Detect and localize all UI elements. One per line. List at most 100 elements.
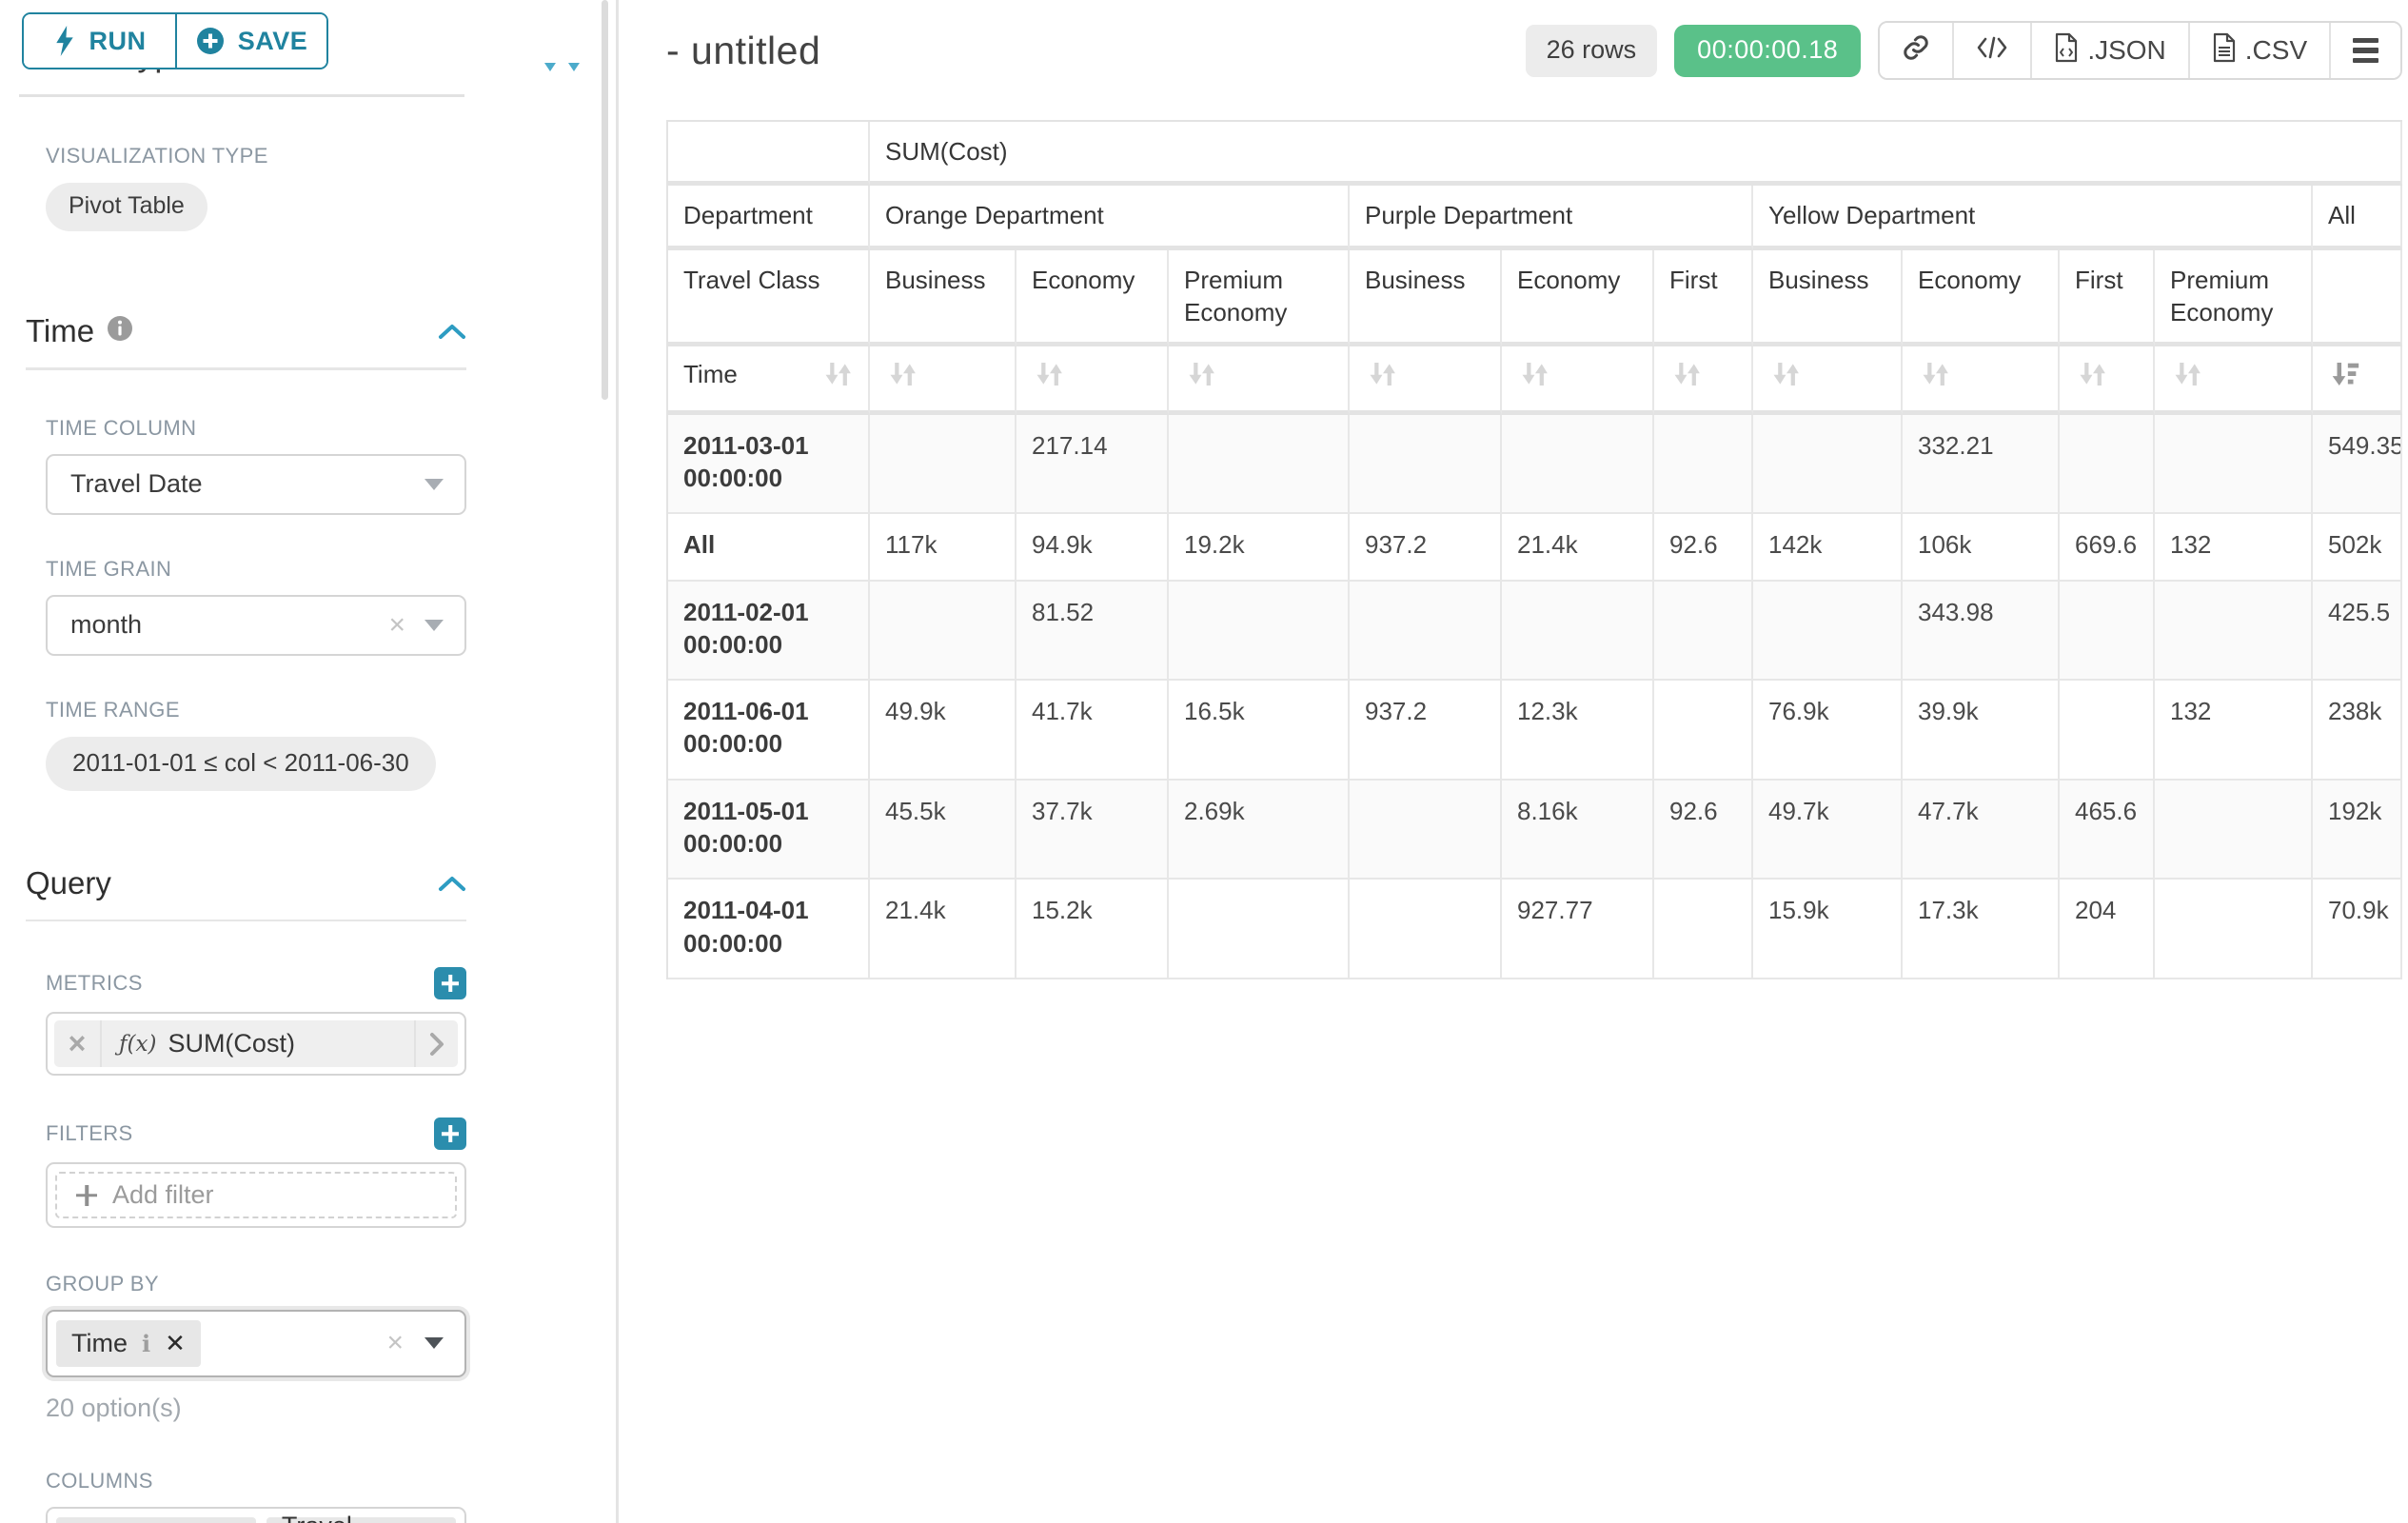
add-filter-plus-button[interactable]	[434, 1118, 466, 1150]
pivot-value-cell	[2155, 781, 2313, 880]
pivot-value-cell	[2155, 415, 2313, 515]
metric-item[interactable]: × ƒ(x) SUM(Cost)	[54, 1020, 458, 1067]
travel-class-header: Business	[1350, 250, 1502, 347]
share-link-button[interactable]	[1880, 23, 1952, 78]
function-icon: ƒ(x)	[119, 1032, 156, 1057]
sort-icon[interactable]	[820, 358, 855, 390]
sort-icon[interactable]	[2075, 358, 2109, 390]
sort-icon[interactable]	[1918, 358, 1952, 390]
pivot-row-label: 2011-04-01 00:00:00	[668, 880, 870, 979]
collapse-section-icon[interactable]	[438, 323, 466, 340]
query-section: Query METRICS × ƒ(x) SUM(Cos	[0, 865, 490, 1523]
sort-icon[interactable]	[2170, 358, 2204, 390]
sort-desc-icon[interactable]	[2328, 358, 2362, 390]
chevron-down-icon[interactable]	[424, 1337, 444, 1349]
pivot-row-label: All	[668, 514, 870, 581]
chart-toolbar: 26 rows 00:00:00.18	[1526, 21, 2403, 80]
add-filter-label: Add filter	[112, 1180, 214, 1210]
pivot-value-cell: 106k	[1903, 514, 2060, 581]
save-button-label: SAVE	[238, 27, 308, 56]
time-range-label: TIME RANGE	[46, 698, 490, 722]
row-count-badge: 26 rows	[1526, 25, 1658, 77]
time-column-label: TIME COLUMN	[46, 416, 490, 441]
group-by-select[interactable]: Time i ✕ ×	[46, 1310, 466, 1377]
sortable-column-header	[870, 346, 1016, 414]
pivot-row-label: 2011-03-01 00:00:00	[668, 415, 870, 515]
sidebar-scrollbar[interactable]	[602, 0, 608, 400]
expand-metric-icon[interactable]	[414, 1020, 458, 1067]
pivot-value-cell: 92.6	[1654, 781, 1753, 880]
visualization-type-pill[interactable]: Pivot Table	[46, 183, 207, 231]
travel-class-header: Premium Economy	[1169, 250, 1350, 347]
pivot-value-cell: 92.6	[1654, 514, 1753, 581]
pivot-row-label: 2011-02-01 00:00:00	[668, 582, 870, 682]
embed-code-button[interactable]	[1952, 23, 2030, 78]
columns-tag[interactable]: Department ✕	[56, 1517, 256, 1523]
pivot-value-cell	[2155, 880, 2313, 979]
remove-metric-icon[interactable]: ×	[54, 1020, 102, 1067]
clear-icon[interactable]: ×	[386, 1329, 404, 1357]
metrics-container: × ƒ(x) SUM(Cost)	[46, 1012, 466, 1076]
sort-icon[interactable]	[1768, 358, 1803, 390]
time-column-select[interactable]: Travel Date	[46, 454, 466, 515]
time-grain-select[interactable]: month ×	[46, 595, 466, 656]
pivot-value-cell: 132	[2155, 514, 2313, 581]
clear-icon[interactable]: ×	[388, 611, 405, 640]
travel-class-header: First	[2060, 250, 2155, 347]
columns-tag[interactable]: Travel Class ✕	[266, 1517, 456, 1523]
pivot-value-cell	[870, 582, 1016, 682]
sort-icon[interactable]	[1365, 358, 1399, 390]
chevron-down-icon[interactable]	[424, 620, 444, 631]
hamburger-menu-icon	[2353, 38, 2378, 64]
csv-file-icon	[2212, 32, 2237, 69]
pivot-value-cell	[1169, 880, 1350, 979]
explore-app: Chart Type RUN SAV	[0, 0, 2408, 1523]
sortable-column-header	[1169, 346, 1350, 414]
info-circle-icon[interactable]	[107, 313, 133, 349]
pivot-value-cell	[1350, 415, 1502, 515]
time-grain-value: month	[70, 610, 142, 640]
add-filter-button[interactable]: Add filter	[55, 1172, 457, 1218]
sort-icon[interactable]	[885, 358, 919, 390]
sort-icon[interactable]	[1669, 358, 1704, 390]
chevron-down-icon[interactable]	[424, 479, 444, 490]
save-button[interactable]: SAVE	[175, 14, 326, 68]
travel-class-header: Business	[1753, 250, 1903, 347]
pivot-value-cell: 49.7k	[1753, 781, 1903, 880]
pivot-value-cell: 47.7k	[1903, 781, 2060, 880]
section-divider	[26, 920, 466, 922]
run-button[interactable]: RUN	[24, 14, 175, 68]
table-row: 2011-06-01 00:00:0049.9k41.7k16.5k937.21…	[668, 681, 2402, 781]
add-metric-button[interactable]	[434, 967, 466, 999]
sortable-column-header	[1502, 346, 1654, 414]
export-json-button[interactable]: .JSON	[2030, 23, 2187, 78]
pivot-value-cell: 142k	[1753, 514, 1903, 581]
sort-icon[interactable]	[1517, 358, 1551, 390]
pivot-value-cell: 217.14	[1016, 415, 1169, 515]
visualization-type-label: VISUALIZATION TYPE	[46, 144, 490, 168]
chart-title[interactable]: - untitled	[666, 29, 820, 73]
department-group-header: Orange Department	[870, 186, 1350, 249]
pivot-value-cell	[1350, 880, 1502, 979]
sort-icon[interactable]	[1032, 358, 1066, 390]
pivot-value-cell: 8.16k	[1502, 781, 1654, 880]
menu-button[interactable]	[2329, 23, 2400, 78]
export-json-label: .JSON	[2087, 35, 2165, 66]
info-icon[interactable]: i	[142, 1330, 150, 1357]
travel-class-header: First	[1654, 250, 1753, 347]
columns-select[interactable]: Department ✕ Travel Class ✕ ×	[46, 1507, 466, 1523]
time-range-pill[interactable]: 2011-01-01 ≤ col < 2011-06-30	[46, 737, 436, 791]
sortable-column-header	[1753, 346, 1903, 414]
query-section-title: Query	[26, 865, 111, 901]
group-by-tag[interactable]: Time i ✕	[56, 1320, 201, 1367]
pivot-value-cell: 21.4k	[1502, 514, 1654, 581]
collapse-section-icon[interactable]	[438, 875, 466, 892]
pivot-value-cell: 927.77	[1502, 880, 1654, 979]
remove-tag-icon[interactable]: ✕	[165, 1329, 186, 1358]
pivot-value-cell: 204	[2060, 880, 2155, 979]
pivot-value-cell	[2155, 582, 2313, 682]
sort-icon[interactable]	[1184, 358, 1218, 390]
travel-class-header: Economy	[1903, 250, 2060, 347]
pivot-value-cell	[1169, 582, 1350, 682]
export-csv-button[interactable]: .CSV	[2188, 23, 2329, 78]
